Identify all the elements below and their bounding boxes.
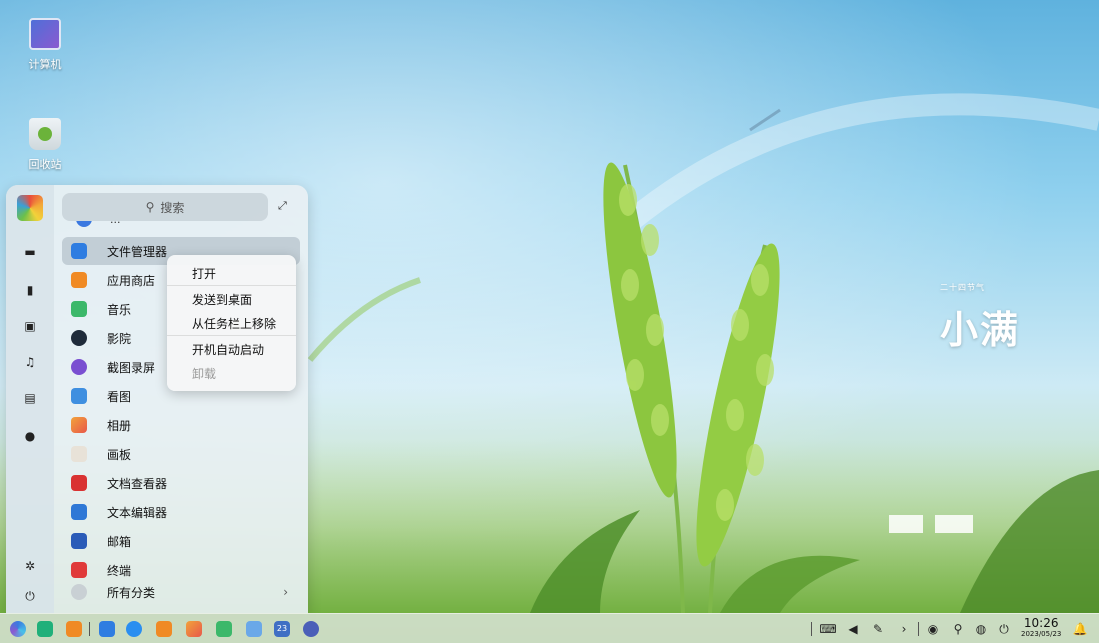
menu-item-open[interactable]: 打开	[192, 265, 216, 282]
keyboard-icon[interactable]: ⌨	[819, 620, 836, 638]
launcher-app-list: ⚲ 搜索 ⤢ ... 文件管理器 应用商店 音乐 影院 截图录屏	[54, 185, 308, 614]
list-item-label: ...	[110, 221, 121, 226]
app-item-document-viewer[interactable]: 文档查看器	[62, 469, 300, 497]
music-icon[interactable]: ♫	[23, 355, 37, 369]
menu-divider	[167, 335, 296, 336]
download-icon[interactable]: ●	[23, 429, 37, 443]
avatar[interactable]	[17, 195, 43, 221]
volume-icon[interactable]: ◀	[845, 620, 861, 638]
app-item-text-editor[interactable]: 文本编辑器	[62, 498, 300, 526]
menu-item-uninstall: 卸载	[192, 367, 217, 381]
app-item-drawing-board[interactable]: 画板	[62, 440, 300, 468]
app-label: 文本编辑器	[107, 505, 168, 520]
show-desktop-icon[interactable]	[66, 621, 82, 637]
app-item-mail[interactable]: 邮箱	[62, 527, 300, 555]
text-editor-icon	[71, 504, 87, 520]
solar-term-name: 小满	[940, 307, 1021, 352]
power-icon[interactable]: ⏻	[996, 620, 1012, 638]
trash-icon	[29, 118, 61, 150]
clock-time: 10:26	[1023, 616, 1059, 630]
drawing-board-icon	[71, 446, 87, 462]
app-label: 影院	[107, 331, 132, 346]
browser-icon[interactable]	[126, 621, 142, 637]
tray-divider	[811, 622, 812, 636]
tray-divider	[918, 622, 919, 636]
menu-item-send-to-desktop[interactable]: 发送到桌面	[192, 291, 252, 308]
power-icon[interactable]: ⏻	[23, 589, 37, 603]
movie-icon	[71, 330, 87, 346]
desktop-icon-trash[interactable]: 回收站	[14, 118, 76, 172]
app-label: 文件管理器	[107, 244, 168, 259]
app-label: 看图	[107, 389, 132, 404]
network-icon[interactable]: ◉	[925, 620, 941, 638]
seal-mark-right	[935, 515, 973, 533]
document-icon[interactable]	[246, 621, 262, 637]
app-icon	[76, 221, 92, 227]
desktop-icon-label: 回收站	[28, 158, 62, 171]
terminal-icon	[71, 562, 87, 578]
all-categories-label: 所有分类	[107, 585, 156, 600]
desktop-icon-label: 计算机	[28, 58, 62, 71]
app-item-album[interactable]: 相册	[62, 411, 300, 439]
solar-term-widget: 二十四节气 小满	[940, 282, 1020, 354]
search-icon[interactable]: ⚲	[950, 620, 966, 638]
image-viewer-icon	[71, 388, 87, 404]
video-icon[interactable]: ▤	[23, 391, 37, 405]
screenshot-icon	[71, 359, 87, 375]
album-icon	[71, 417, 87, 433]
search-icon: ⚲	[145, 200, 155, 214]
fullscreen-toggle-icon[interactable]: ⤢	[278, 199, 287, 213]
app-label: 截图录屏	[107, 360, 156, 375]
settings-icon[interactable]: ✲	[23, 559, 37, 573]
document-viewer-icon	[71, 475, 87, 491]
app-label: 邮箱	[107, 534, 132, 549]
file-manager-icon	[71, 243, 87, 259]
menu-item-autostart[interactable]: 开机自动启动	[192, 341, 264, 358]
launcher-icon[interactable]	[10, 621, 26, 637]
list-item-partial[interactable]: ...	[62, 221, 292, 229]
multitask-view-icon[interactable]	[37, 621, 53, 637]
taskbar: 23 ⌨ ◀ ✎ › ◉ ⚲ ◍ ⏻ 10:26 2023/05/23 🔔	[0, 613, 1099, 643]
context-menu: 打开 发送到桌面 从任务栏上移除 开机自动启动 卸载	[167, 255, 296, 391]
assistant-icon[interactable]: ◍	[973, 620, 989, 638]
search-input[interactable]: ⚲ 搜索	[62, 193, 268, 221]
app-store-icon	[71, 272, 87, 288]
music-icon[interactable]	[216, 621, 232, 637]
album-icon[interactable]	[186, 621, 202, 637]
computer-icon	[29, 18, 61, 50]
app-label: 文档查看器	[107, 476, 168, 491]
app-label: 相册	[107, 418, 132, 433]
more-icon	[71, 584, 87, 600]
app-label: 终端	[107, 563, 132, 578]
app-store-icon[interactable]	[156, 621, 172, 637]
chevron-right-icon: ›	[283, 585, 288, 599]
calendar-icon[interactable]: 23	[274, 621, 290, 637]
launcher-panel: ▬ ▮ ▣ ♫ ▤ ● ✲ ⏻ ⚲ 搜索 ⤢ ... 文件管理器 应用商店 音乐	[6, 185, 308, 614]
app-label: 画板	[107, 447, 132, 462]
all-categories-button[interactable]: 所有分类 ›	[62, 578, 300, 606]
notification-bell-icon[interactable]: 🔔	[1072, 620, 1088, 638]
menu-item-remove-from-taskbar[interactable]: 从任务栏上移除	[192, 315, 276, 332]
clock[interactable]: 10:26 2023/05/23	[1021, 616, 1061, 639]
launcher-sidebar: ▬ ▮ ▣ ♫ ▤ ● ✲ ⏻	[6, 185, 54, 614]
app-label: 应用商店	[107, 273, 156, 288]
picture-icon[interactable]: ▣	[23, 319, 37, 333]
pen-icon[interactable]: ✎	[870, 620, 886, 638]
document-icon[interactable]: ▮	[23, 283, 37, 297]
solar-term-caption: 二十四节气	[940, 283, 985, 292]
desktop-icon-computer[interactable]: 计算机	[14, 18, 76, 72]
mail-icon	[71, 533, 87, 549]
app-label: 音乐	[107, 302, 132, 317]
file-manager-icon[interactable]	[99, 621, 115, 637]
clock-date: 2023/05/23	[1021, 630, 1062, 638]
taskbar-divider	[89, 622, 90, 636]
control-center-icon[interactable]	[303, 621, 319, 637]
search-placeholder: 搜索	[160, 200, 185, 215]
chevron-right-icon[interactable]: ›	[896, 620, 912, 638]
computer-icon[interactable]: ▬	[23, 245, 37, 259]
seal-mark-left	[889, 515, 923, 533]
menu-divider	[167, 285, 296, 286]
music-icon	[71, 301, 87, 317]
